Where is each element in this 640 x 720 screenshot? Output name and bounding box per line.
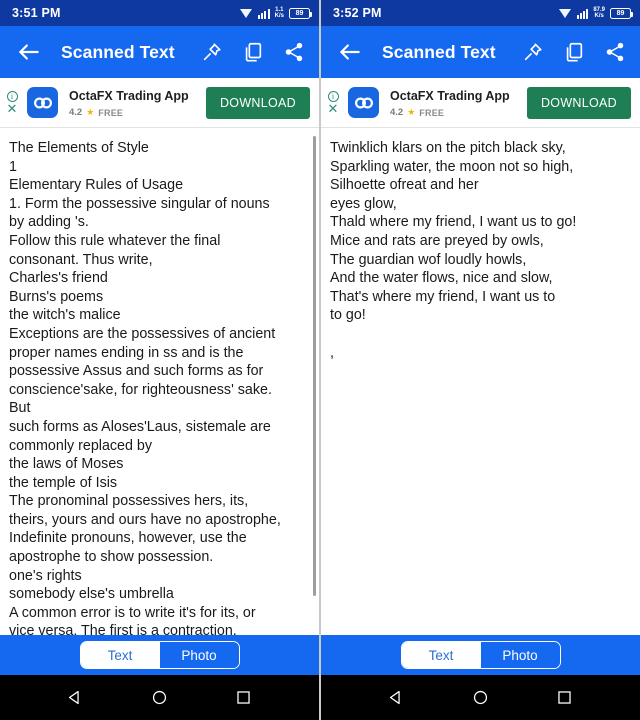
ad-price-label: FREE	[98, 107, 124, 118]
page-title: Scanned Text	[61, 41, 175, 62]
page-title: Scanned Text	[382, 41, 496, 62]
share-icon[interactable]	[283, 41, 305, 63]
network-rate-indicator: 1.1 K/s	[275, 7, 284, 19]
bottom-tab-bar: Text Photo	[321, 635, 640, 675]
phone-screen-right: 3:52 PM 87.9 K/s 89 Scanned Text i ✕ Oct…	[321, 0, 640, 720]
app-toolbar: Scanned Text	[0, 26, 319, 78]
ad-download-button[interactable]: DOWNLOAD	[526, 86, 631, 119]
ad-rating: 4.2	[390, 107, 404, 118]
ad-copy: OctaFX Trading App 4.2 ★ FREE	[390, 87, 527, 118]
tab-text[interactable]: Text	[401, 642, 481, 668]
status-bar: 3:51 PM 1.1 K/s 89	[0, 0, 319, 26]
tab-text[interactable]: Text	[80, 642, 160, 668]
ad-download-button[interactable]: DOWNLOAD	[205, 86, 310, 119]
network-rate-unit: K/s	[274, 13, 284, 19]
ad-copy: OctaFX Trading App 4.2 ★ FREE	[69, 87, 206, 118]
mode-segmented-control: Text Photo	[79, 641, 240, 669]
pin-icon[interactable]	[201, 41, 223, 63]
android-nav-bar	[0, 675, 319, 720]
phone-screen-left: 3:51 PM 1.1 K/s 89 Scanned Text i ✕ Octa…	[0, 0, 319, 720]
ad-subtitle: 4.2 ★ FREE	[390, 107, 527, 118]
ad-close-icon[interactable]: ✕	[7, 102, 18, 115]
ad-rating: 4.2	[69, 107, 83, 118]
ad-banner[interactable]: i ✕ OctaFX Trading App 4.2 ★ FREE DOWNLO…	[321, 78, 640, 128]
network-rate-indicator: 87.9 K/s	[593, 7, 605, 19]
wifi-icon	[240, 8, 253, 19]
star-icon: ★	[407, 107, 416, 117]
status-indicators: 1.1 K/s 89	[240, 7, 312, 19]
pin-icon[interactable]	[522, 41, 544, 63]
back-arrow-icon[interactable]	[16, 39, 42, 65]
wifi-icon	[558, 8, 572, 19]
nav-back-triangle-icon[interactable]	[388, 689, 405, 706]
nav-home-circle-icon[interactable]	[472, 689, 489, 706]
nav-home-circle-icon[interactable]	[151, 689, 168, 706]
vertical-scrollbar[interactable]	[313, 136, 316, 596]
ad-price-label: FREE	[419, 107, 445, 118]
ad-marks: i ✕	[4, 91, 20, 115]
signal-bars-icon	[258, 8, 270, 19]
ad-title: OctaFX Trading App	[69, 89, 189, 103]
status-clock: 3:51 PM	[12, 6, 61, 20]
signal-bars-icon	[576, 8, 589, 19]
share-icon[interactable]	[604, 41, 626, 63]
bottom-tab-bar: Text Photo	[0, 635, 319, 675]
toolbar-actions	[201, 41, 305, 63]
ad-close-icon[interactable]: ✕	[328, 102, 339, 115]
copy-icon[interactable]	[242, 41, 264, 63]
status-bar: 3:52 PM 87.9 K/s 89	[321, 0, 640, 26]
ad-subtitle: 4.2 ★ FREE	[69, 107, 206, 118]
status-clock: 3:52 PM	[333, 6, 382, 20]
scanned-text-content: Twinklich klars on the pitch black sky, …	[330, 140, 577, 361]
nav-recents-square-icon[interactable]	[556, 689, 573, 706]
scanned-text-content: The Elements of Style 1 Elementary Rules…	[9, 140, 281, 635]
nav-recents-square-icon[interactable]	[235, 689, 252, 706]
scanned-text-container-left[interactable]: The Elements of Style 1 Elementary Rules…	[0, 128, 319, 635]
tab-photo[interactable]: Photo	[480, 642, 560, 668]
copy-icon[interactable]	[563, 41, 585, 63]
toolbar-actions	[522, 41, 626, 63]
dual-screenshot-comparison: 3:51 PM 1.1 K/s 89 Scanned Text i ✕ Octa…	[0, 0, 640, 720]
back-arrow-icon[interactable]	[337, 39, 363, 65]
tab-photo[interactable]: Photo	[159, 642, 239, 668]
network-rate-unit: K/s	[594, 13, 604, 19]
ad-marks: i ✕	[325, 91, 341, 115]
status-indicators: 87.9 K/s 89	[558, 7, 633, 19]
battery-indicator: 89	[610, 7, 633, 19]
ad-title: OctaFX Trading App	[390, 89, 510, 103]
scanned-text-container-right[interactable]: Twinklich klars on the pitch black sky, …	[321, 128, 640, 635]
nav-back-triangle-icon[interactable]	[67, 689, 84, 706]
star-icon: ★	[86, 107, 95, 117]
advertiser-logo-icon	[27, 87, 58, 118]
mode-segmented-control: Text Photo	[400, 641, 561, 669]
android-nav-bar	[321, 675, 640, 720]
app-toolbar: Scanned Text	[321, 26, 640, 78]
battery-indicator: 89	[289, 7, 312, 19]
advertiser-logo-icon	[348, 87, 379, 118]
ad-banner[interactable]: i ✕ OctaFX Trading App 4.2 ★ FREE DOWNLO…	[0, 78, 319, 128]
